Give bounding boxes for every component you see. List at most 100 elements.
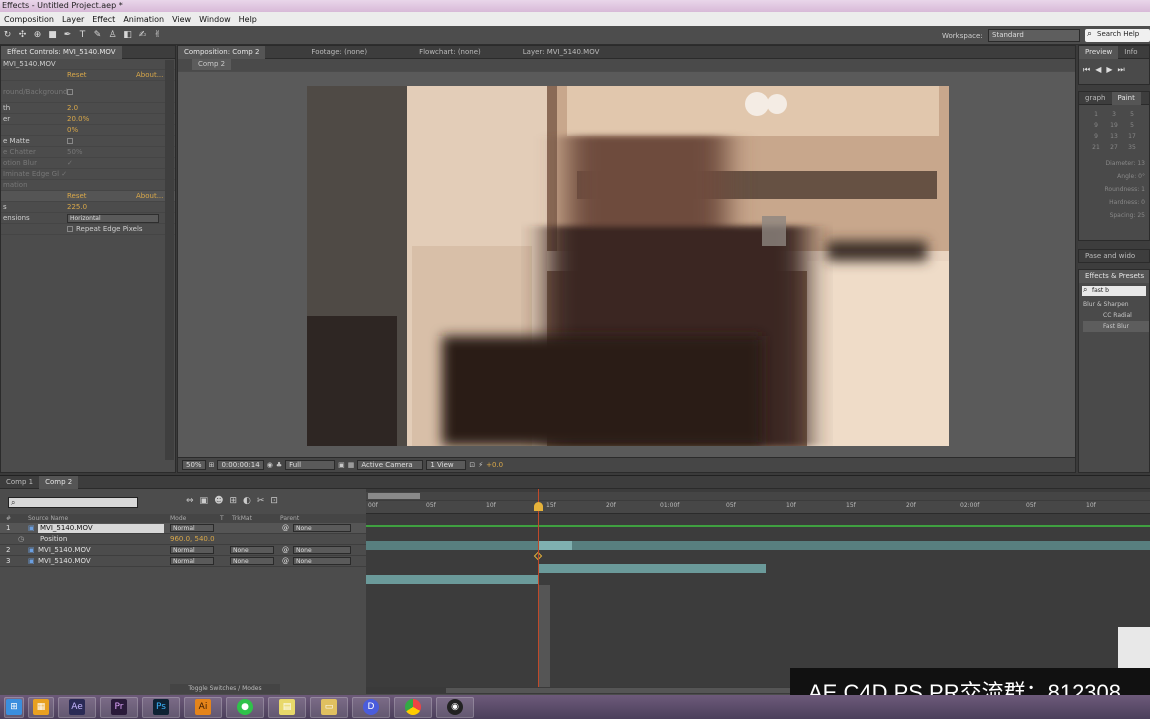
playback-controls[interactable]: ⏮◀▶⏭ <box>1079 59 1149 81</box>
tab-footage[interactable]: Footage: (none) <box>305 46 373 59</box>
region-icon[interactable]: ▣ <box>338 461 345 469</box>
fx-value[interactable]: 225.0 <box>67 202 87 212</box>
checkbox[interactable] <box>67 226 73 232</box>
trkmat-select[interactable]: None <box>230 557 274 565</box>
layer-bar-3[interactable] <box>366 575 538 584</box>
reset-link[interactable]: Reset <box>67 191 87 201</box>
tab-misc[interactable]: Pase and wido <box>1079 250 1141 262</box>
time-ruler[interactable]: 00f 05f 10f 15f 20f 01:00f 05f 10f 15f 2… <box>366 501 1150 514</box>
tab-preview[interactable]: Preview <box>1079 46 1119 59</box>
menu-window[interactable]: Window <box>195 15 235 24</box>
taskbar-photoshop[interactable]: Ps <box>142 696 180 718</box>
taskbar-illustrator[interactable]: Ai <box>184 696 222 718</box>
parent-select[interactable]: None <box>293 546 351 554</box>
brush-presets[interactable]: 135 9 19 5 9 13 17 21 27 35 <box>1079 105 1149 157</box>
safe-zones-icon[interactable]: ⊞ <box>209 461 215 469</box>
pan-behind-icon[interactable]: ⊕ <box>32 30 43 41</box>
layer-name[interactable]: MVI_5140.MOV <box>38 556 91 567</box>
checkbox[interactable] <box>67 138 73 144</box>
tree-item-cc-radial[interactable]: CC Radial <box>1083 310 1149 321</box>
tab-flowchart[interactable]: Flowchart: (none) <box>413 46 487 59</box>
stopwatch-icon[interactable]: ◷ <box>18 534 24 545</box>
layer-bar-1[interactable] <box>366 541 1150 550</box>
taskbar-explorer[interactable]: ▭ <box>310 696 348 718</box>
taskbar-premiere[interactable]: Pr <box>100 696 138 718</box>
clone-tool-icon[interactable]: ♙ <box>107 30 118 41</box>
transparency-grid-icon[interactable]: ▦ <box>348 461 355 469</box>
rectangle-tool-icon[interactable]: ■ <box>47 30 58 41</box>
timeline-search-input[interactable]: ⌕ <box>8 497 138 508</box>
channel-icon[interactable]: ♣ <box>276 461 282 469</box>
snapshot-icon[interactable]: ◉ <box>267 461 273 469</box>
resolution-select[interactable]: Full <box>285 460 336 470</box>
composition-canvas[interactable] <box>178 72 1075 457</box>
draft-3d-icon[interactable]: ▣ <box>200 496 209 506</box>
start-button[interactable]: ⊞ <box>4 696 24 718</box>
tab-composition[interactable]: Composition: Comp 2 <box>178 45 266 59</box>
brush-tool-icon[interactable]: ✎ <box>92 30 103 41</box>
menu-view[interactable]: View <box>168 15 195 24</box>
fx-value[interactable]: 0% <box>67 125 78 135</box>
taskbar-notes[interactable]: ▤ <box>268 696 306 718</box>
tab-comp-2[interactable]: Comp 2 <box>39 475 79 489</box>
tree-item-blur-sharpen[interactable]: Blur & Sharpen <box>1083 299 1149 310</box>
tab-paint[interactable]: Paint <box>1111 92 1141 105</box>
comp-mini-icon[interactable]: ⇔ <box>186 496 194 506</box>
rotate-tool-icon[interactable]: ↻ <box>2 30 13 41</box>
mode-select[interactable]: Normal <box>170 557 214 565</box>
shy-icon[interactable]: ☻ <box>214 496 223 506</box>
puppet-tool-icon[interactable]: ✌ <box>152 30 163 41</box>
brainstorm-icon[interactable]: ✂ <box>257 496 265 506</box>
eraser-tool-icon[interactable]: ◧ <box>122 30 133 41</box>
fx-value[interactable]: 20.0% <box>67 114 89 124</box>
taskbar-chrome[interactable] <box>394 696 432 718</box>
comp-subtab[interactable]: Comp 2 <box>192 59 232 70</box>
pickwhip-icon[interactable]: @ <box>282 523 289 534</box>
layer-name[interactable]: MVI_5140.MOV <box>38 524 164 533</box>
tab-effect-controls[interactable]: Effect Controls: MVI_5140.MOV <box>1 45 122 59</box>
work-area-range[interactable] <box>368 493 420 499</box>
pickwhip-icon[interactable]: @ <box>282 545 289 556</box>
pen-tool-icon[interactable]: ✒ <box>62 30 73 41</box>
fx-value[interactable]: 2.0 <box>67 103 78 113</box>
timeline-tracks[interactable]: 00f 05f 10f 15f 20f 01:00f 05f 10f 15f 2… <box>366 489 1150 694</box>
view-layout-select[interactable]: 1 View <box>426 460 467 470</box>
tab-layer[interactable]: Layer: MVI_5140.MOV <box>517 46 606 59</box>
roto-tool-icon[interactable]: ✍ <box>137 30 148 41</box>
tab-graph[interactable]: graph <box>1079 92 1112 105</box>
scroll-thumb[interactable] <box>446 688 806 693</box>
camera-tool-icon[interactable]: ✣ <box>17 30 28 41</box>
about-link[interactable]: About... <box>136 191 163 202</box>
checkbox[interactable] <box>67 89 73 95</box>
taskbar-discord[interactable]: D <box>352 696 390 718</box>
menu-effect[interactable]: Effect <box>88 15 119 24</box>
toggle-pixel-icon[interactable]: ⊡ <box>469 461 475 469</box>
motion-blur-icon[interactable]: ◐ <box>243 496 251 506</box>
about-link[interactable]: About... <box>136 70 163 81</box>
fast-previews-icon[interactable]: ⚡ <box>478 461 483 469</box>
layer-row-3[interactable]: 3 ▣ MVI_5140.MOV Normal None @ None <box>0 556 366 567</box>
menu-help[interactable]: Help <box>235 15 261 24</box>
trkmat-select[interactable]: None <box>230 546 274 554</box>
taskbar-after-effects[interactable]: Ae <box>58 696 96 718</box>
toggle-switches-button[interactable]: Toggle Switches / Modes <box>170 684 280 694</box>
timecode-field[interactable]: 0:00:00:14 <box>217 460 264 470</box>
apps-button[interactable]: ▦ <box>28 696 54 718</box>
work-area-bar[interactable] <box>366 492 1150 500</box>
layer-bar-1-highlight[interactable] <box>538 541 572 550</box>
tree-item-fast-blur[interactable]: Fast Blur <box>1083 321 1149 332</box>
current-time-indicator[interactable] <box>538 489 539 689</box>
menu-animation[interactable]: Animation <box>119 15 168 24</box>
effects-search-input[interactable]: ⌕ fast b <box>1082 285 1146 296</box>
frame-blend-icon[interactable]: ⊞ <box>229 496 237 506</box>
tab-info[interactable]: Info <box>1118 46 1143 59</box>
tab-effects-presets[interactable]: Effects & Presets <box>1079 270 1149 283</box>
blur-dimensions-select[interactable]: Horizontal <box>67 214 159 223</box>
menu-layer[interactable]: Layer <box>58 15 88 24</box>
layer-name[interactable]: MVI_5140.MOV <box>38 545 91 556</box>
layer-row-1[interactable]: 1 ▣ MVI_5140.MOV Normal @ None <box>0 523 366 534</box>
graph-editor-icon[interactable]: ⊡ <box>270 496 278 506</box>
layer-bar-2[interactable] <box>538 564 766 573</box>
cti-handle-icon[interactable] <box>534 502 543 511</box>
camera-select[interactable]: Active Camera <box>357 460 424 470</box>
